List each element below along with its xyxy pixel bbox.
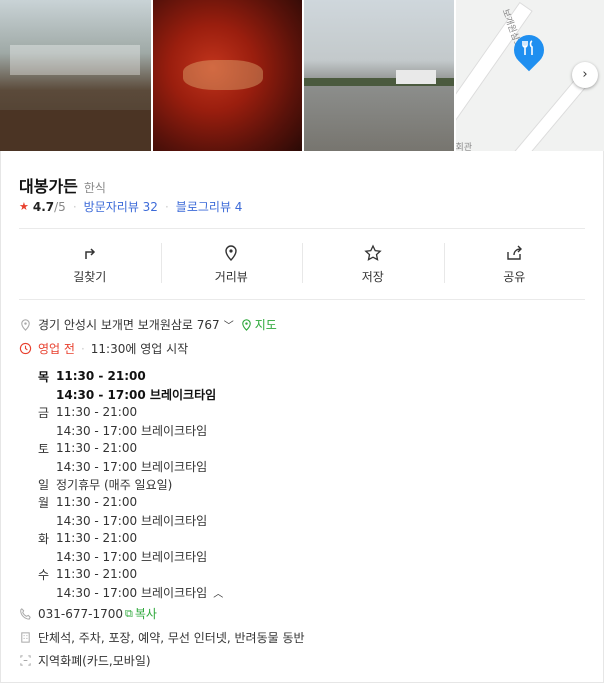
hours-row: 목 11:30 - 21:00 bbox=[38, 367, 223, 385]
hours-day: 토 bbox=[38, 441, 50, 456]
chevron-right-icon: › bbox=[582, 67, 588, 82]
phone-number: 031-677-1700 bbox=[38, 606, 124, 621]
hours-row: 화 11:30 - 21:00 bbox=[38, 529, 223, 547]
amenities-text: 단체석, 주차, 포장, 예약, 무선 인터넷, 반려동물 동반 bbox=[38, 631, 305, 645]
divider: · bbox=[72, 199, 77, 214]
address-row: 경기 안성시 보개면 보개원삼로 767 ﹀ 지도 bbox=[19, 316, 277, 333]
hours-row: 14:30 - 17:00 브레이크타임 bbox=[38, 511, 223, 529]
share-icon bbox=[507, 245, 523, 260]
star-icon bbox=[364, 243, 382, 261]
hours-row: 14:30 - 17:00 브레이크타임 bbox=[38, 457, 223, 475]
phone-icon bbox=[20, 608, 31, 620]
hours-day: 화 bbox=[38, 531, 50, 546]
status-badge: 영업 전 bbox=[38, 342, 75, 356]
map-road bbox=[455, 1, 533, 151]
visitor-review-link[interactable]: 방문자리뷰 32 bbox=[84, 198, 158, 215]
mini-map[interactable]: 보개원삼로 회관 › bbox=[455, 0, 604, 151]
title-row: 대봉가든 한식 bbox=[19, 173, 106, 197]
place-name: 대봉가든 bbox=[19, 177, 78, 196]
hours-row: 일 정기휴무 (매주 일요일) bbox=[38, 475, 223, 493]
onion-slices bbox=[182, 60, 263, 90]
hours-day: 금 bbox=[38, 405, 50, 420]
hours-list: 목 11:30 - 21:00 14:30 - 17:00 브레이크타임 금 11:… bbox=[38, 367, 223, 601]
divider: · bbox=[164, 199, 169, 214]
hours-time: 14:30 - 17:00 브레이크타임 bbox=[56, 549, 208, 564]
table-surface bbox=[0, 110, 151, 151]
payment-icon bbox=[20, 655, 31, 666]
place-category: 한식 bbox=[83, 181, 106, 195]
copy-icon: ⧉ bbox=[125, 606, 133, 620]
photo-parking-lot[interactable] bbox=[304, 0, 454, 151]
rating-max: /5 bbox=[54, 199, 66, 214]
street-view-button[interactable]: 거리뷰 bbox=[160, 229, 303, 299]
hours-time: 11:30 - 21:00 bbox=[56, 441, 138, 455]
location-pin-icon bbox=[225, 244, 237, 261]
hours-row: 14:30 - 17:00 브레이크타임 ︿ bbox=[38, 583, 223, 601]
rating-row: ★ 4.7 /5 · 방문자리뷰 32 · 블로그리뷰 4 bbox=[19, 198, 242, 215]
hours-day: 월 bbox=[38, 495, 50, 510]
hours-time: 14:30 - 17:00 브레이크타임 bbox=[56, 585, 208, 600]
rating-score: 4.7 bbox=[32, 199, 55, 214]
photo-strip: 보개원삼로 회관 › bbox=[0, 0, 604, 151]
hours-time: 11:30 - 21:00 bbox=[56, 369, 146, 383]
status-row: 영업 전 · 11:30에 영업 시작 bbox=[19, 340, 188, 357]
amenities-row: 단체석, 주차, 포장, 예약, 무선 인터넷, 반려동물 동반 bbox=[19, 629, 305, 646]
status-detail: 11:30에 영업 시작 bbox=[90, 342, 189, 356]
window-light bbox=[10, 45, 140, 75]
next-photo-button[interactable]: › bbox=[572, 62, 598, 88]
hours-row: 금 11:30 - 21:00 bbox=[38, 403, 223, 421]
map-place-label: 회관 bbox=[455, 143, 473, 151]
payment-row: 지역화폐(카드,모바일) bbox=[19, 652, 151, 669]
hours-time: 11:30 - 21:00 bbox=[56, 495, 138, 509]
hours-time: 14:30 - 17:00 브레이크타임 bbox=[56, 387, 217, 402]
hours-time: 14:30 - 17:00 브레이크타임 bbox=[56, 459, 208, 474]
phone-row: 031-677-1700 ⧉ 복사 bbox=[19, 605, 157, 622]
building-icon bbox=[21, 632, 30, 643]
hours-row: 14:30 - 17:00 브레이크타임 bbox=[38, 421, 223, 439]
map-pin-icon bbox=[241, 319, 251, 331]
payment-text: 지역화폐(카드,모바일) bbox=[38, 654, 151, 668]
street-view-label: 거리뷰 bbox=[214, 269, 248, 284]
share-label: 공유 bbox=[503, 269, 526, 284]
save-button[interactable]: 저장 bbox=[302, 229, 444, 299]
copy-phone-button[interactable]: 복사 bbox=[135, 605, 157, 622]
hours-row: 수 11:30 - 21:00 bbox=[38, 565, 223, 583]
hours-row: 토 11:30 - 21:00 bbox=[38, 439, 223, 457]
hours-time: 14:30 - 17:00 브레이크타임 bbox=[56, 513, 208, 528]
photo-interior[interactable] bbox=[0, 0, 151, 151]
clock-icon bbox=[19, 342, 32, 355]
hours-row: 14:30 - 17:00 브레이크타임 bbox=[38, 547, 223, 565]
directions-icon bbox=[85, 247, 95, 259]
directions-label: 길찾기 bbox=[73, 269, 107, 284]
action-bar: 길찾기 거리뷰 저장 공유 bbox=[19, 228, 585, 300]
share-button[interactable]: 공유 bbox=[443, 229, 586, 299]
hours-time: 정기휴무 (매주 일요일) bbox=[56, 477, 173, 492]
building bbox=[396, 70, 436, 84]
hours-day: 일 bbox=[38, 477, 50, 492]
hours-time: 11:30 - 21:00 bbox=[56, 567, 138, 581]
hours-time: 11:30 - 21:00 bbox=[56, 405, 138, 419]
directions-button[interactable]: 길찾기 bbox=[19, 229, 161, 299]
hours-row: 14:30 - 17:00 브레이크타임 bbox=[38, 385, 223, 403]
restaurant-icon bbox=[519, 40, 539, 60]
hours-day: 목 bbox=[38, 369, 50, 384]
address-text: 경기 안성시 보개면 보개원삼로 767 bbox=[38, 318, 220, 332]
divider: · bbox=[80, 341, 85, 356]
chevron-down-icon[interactable]: ﹀ bbox=[224, 317, 234, 332]
map-link[interactable]: 지도 bbox=[255, 316, 277, 333]
hours-time: 14:30 - 17:00 브레이크타임 bbox=[56, 423, 208, 438]
photo-food[interactable] bbox=[152, 0, 302, 151]
star-icon: ★ bbox=[19, 200, 29, 213]
blog-review-link[interactable]: 블로그리뷰 4 bbox=[176, 198, 243, 215]
hours-time: 11:30 - 21:00 bbox=[56, 531, 138, 545]
location-pin-icon bbox=[21, 319, 30, 331]
hours-day: 수 bbox=[38, 567, 50, 582]
hours-row: 월 11:30 - 21:00 bbox=[38, 493, 223, 511]
save-label: 저장 bbox=[361, 269, 384, 284]
collapse-hours-button[interactable]: ︿ bbox=[213, 585, 223, 600]
